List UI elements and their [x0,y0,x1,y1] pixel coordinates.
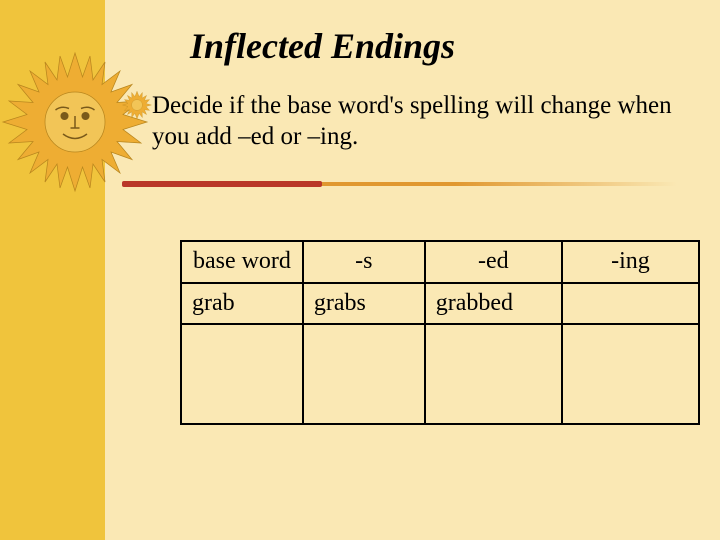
sun-illustration-icon [0,47,150,197]
inflection-table: base word -s -ed -ing grab grabs grabbed [180,240,700,425]
col-header-ed: -ed [425,241,562,283]
cell-ed: grabbed [425,283,562,324]
table-row [181,324,699,424]
slide-subtitle: Decide if the base word's spelling will … [152,90,682,153]
sun-bullet-icon [122,90,152,120]
col-header-s: -s [303,241,425,283]
cell-empty [303,324,425,424]
cell-base: grab [181,283,303,324]
cell-ing [562,283,699,324]
cell-s: grabs [303,283,425,324]
table-row: grab grabs grabbed [181,283,699,324]
col-header-ing: -ing [562,241,699,283]
cell-empty [562,324,699,424]
slide-title: Inflected Endings [190,25,455,67]
table-header-row: base word -s -ed -ing [181,241,699,283]
cell-empty [181,324,303,424]
col-header-base: base word [181,241,303,283]
cell-empty [425,324,562,424]
divider [122,182,677,196]
